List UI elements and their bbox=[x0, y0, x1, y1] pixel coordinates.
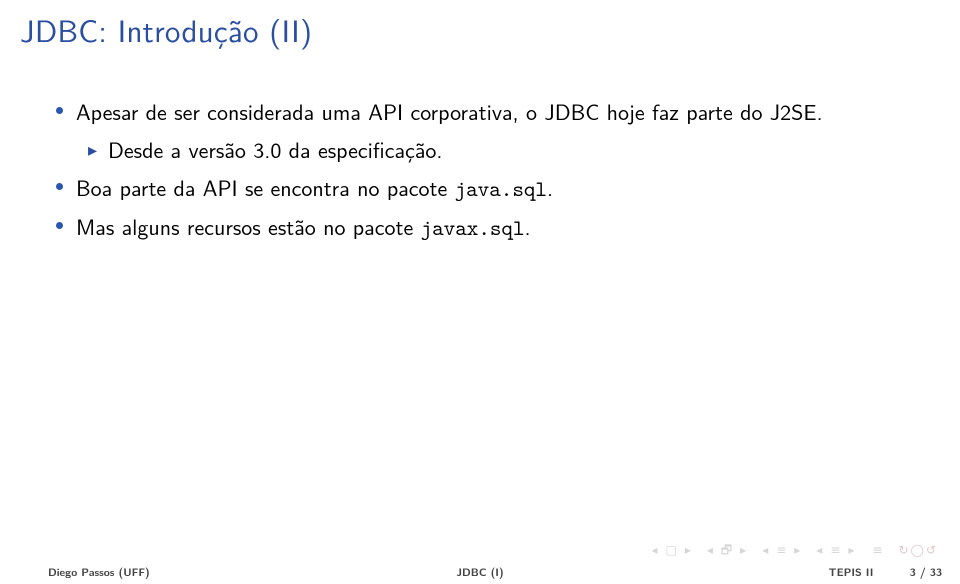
nav-search-icon[interactable]: ↻◯↺ bbox=[898, 540, 938, 558]
nav-symbols[interactable]: ◂ □ ▸ ◂ 🗗 ▸ ◂ ≡ ▸ ◂ ≡ ▸ ≡ ↻◯↺ bbox=[648, 540, 943, 562]
bullet-item: Boa parte da API se encontra no pacote j… bbox=[50, 172, 920, 205]
footer-page-number: 3 / 33 bbox=[910, 565, 942, 580]
slide: JDBC: Introdução (II) Apesar de ser cons… bbox=[0, 0, 960, 584]
footer: Diego Passos (UFF) JDBC (I) TEPIS II 3 /… bbox=[0, 562, 960, 584]
nav-first-icon[interactable]: ◂ □ ▸ bbox=[652, 540, 693, 558]
slide-body: Apesar de ser considerada uma API corpor… bbox=[50, 96, 920, 250]
nav-section-icon[interactable]: ◂ ≡ ▸ bbox=[762, 540, 802, 558]
bullet-text: . bbox=[525, 210, 531, 242]
footer-page: TEPIS II 3 / 33 bbox=[829, 565, 942, 580]
bullet-item: Apesar de ser considerada uma API corpor… bbox=[50, 96, 920, 128]
footer-title: JDBC (I) bbox=[0, 565, 960, 580]
footer-course: TEPIS II bbox=[829, 565, 874, 580]
bullet-text: . bbox=[547, 171, 553, 203]
code-text: javax.sql bbox=[421, 213, 525, 242]
subbullet-item: Desde a versão 3.0 da especificação. bbox=[50, 134, 920, 166]
bullet-item: Mas alguns recursos estão no pacote java… bbox=[50, 211, 920, 244]
slide-title: JDBC: Introdução (II) bbox=[20, 6, 312, 52]
code-text: java.sql bbox=[455, 174, 547, 203]
nav-presentation-icon[interactable]: ≡ bbox=[872, 540, 884, 558]
bullet-text: Boa parte da API se encontra no pacote bbox=[76, 171, 455, 203]
nav-prev-icon[interactable]: ◂ 🗗 ▸ bbox=[707, 540, 748, 562]
nav-page-icon[interactable]: ◂ ≡ ▸ bbox=[816, 540, 856, 558]
bullet-text: Mas alguns recursos estão no pacote bbox=[76, 210, 421, 242]
